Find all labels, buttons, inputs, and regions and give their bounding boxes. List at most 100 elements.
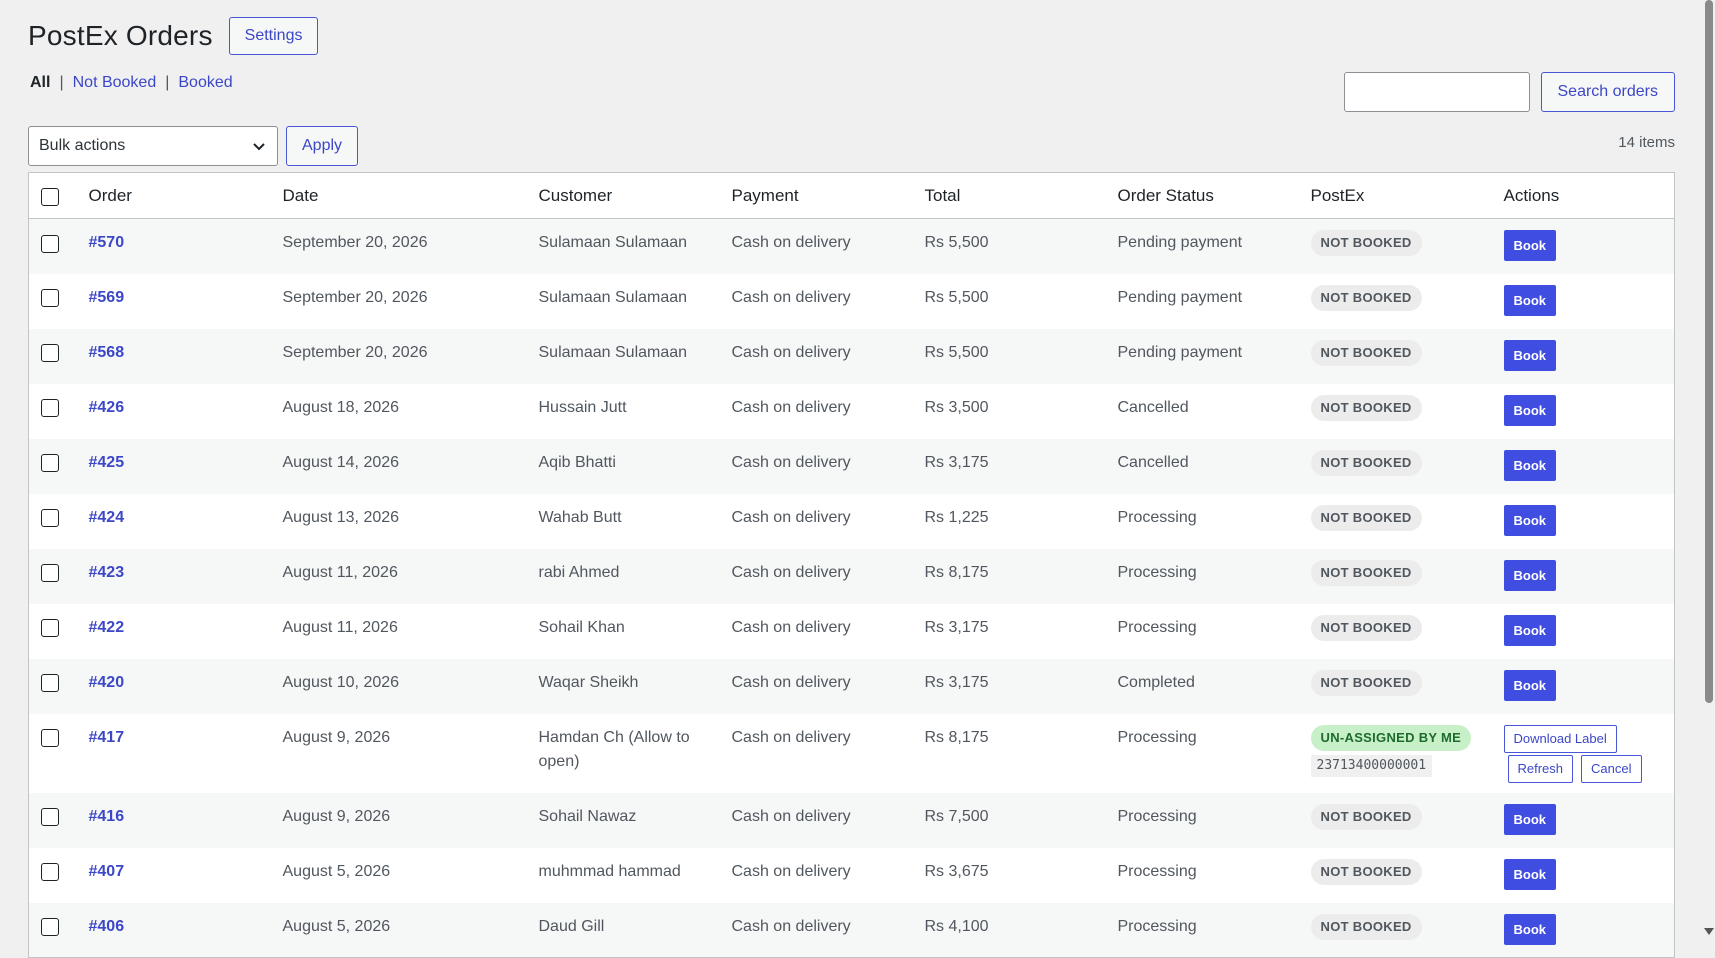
postex-status-badge: NOT BOOKED [1310, 913, 1422, 940]
postex-status-badge: NOT BOOKED [1310, 284, 1422, 311]
postex-status-badge: NOT BOOKED [1310, 339, 1422, 366]
book-button[interactable]: Book [1503, 669, 1556, 701]
row-checkbox[interactable] [41, 454, 59, 473]
book-button[interactable]: Book [1503, 504, 1556, 536]
order-link[interactable]: #416 [89, 808, 125, 825]
download-label-button[interactable]: Download Label [1503, 724, 1617, 753]
row-checkbox[interactable] [41, 399, 59, 418]
apply-button[interactable]: Apply [286, 126, 359, 166]
table-header-row: Order Date Customer Payment Total Order … [28, 172, 1675, 219]
filter-booked[interactable]: Booked [178, 74, 232, 92]
filter-all[interactable]: All [30, 74, 50, 92]
table-row: #569 September 20, 2026 Sulamaan Sulamaan C… [28, 273, 1675, 329]
row-checkbox-cell [29, 274, 79, 329]
book-button[interactable]: Book [1503, 614, 1556, 646]
row-checkbox-cell [29, 549, 79, 604]
total-cell: Rs 8,175 [924, 728, 989, 746]
postex-cell: UN-ASSIGNED BY ME 23713400000001 [1301, 714, 1494, 793]
order-link[interactable]: #569 [89, 289, 125, 306]
order-link[interactable]: #423 [89, 564, 125, 581]
settings-button[interactable]: Settings [228, 17, 319, 55]
page-scrollbar[interactable] [1703, 0, 1715, 937]
order-link[interactable]: #426 [89, 399, 125, 416]
row-checkbox[interactable] [41, 619, 59, 638]
actions-cell: Book [1494, 329, 1675, 384]
bulk-actions-select[interactable]: Bulk actions [28, 126, 278, 166]
order-link[interactable]: #422 [89, 619, 125, 636]
order-link[interactable]: #406 [89, 918, 125, 935]
payment-cell: Cash on delivery [731, 917, 851, 935]
date-cell: August 11, 2026 [282, 618, 398, 636]
row-checkbox-cell [29, 329, 79, 384]
order-link[interactable]: #407 [89, 863, 125, 880]
scroll-down-arrow-icon[interactable] [1704, 928, 1714, 935]
payment-cell: Cash on delivery [731, 234, 851, 251]
postex-cell: NOT BOOKED [1301, 793, 1494, 848]
row-checkbox[interactable] [41, 863, 59, 882]
payment-cell: Cash on delivery [731, 618, 851, 636]
column-header-date: Date [272, 172, 529, 219]
date-cell: August 18, 2026 [282, 398, 400, 416]
row-checkbox[interactable] [41, 234, 59, 253]
order-link[interactable]: #570 [89, 234, 125, 251]
book-button[interactable]: Book [1503, 803, 1556, 835]
book-button[interactable]: Book [1503, 230, 1556, 261]
table-row: #407 August 5, 2026 muhmmad hammad Cash on … [28, 847, 1675, 903]
book-button[interactable]: Book [1503, 449, 1556, 481]
refresh-button[interactable]: Refresh [1507, 754, 1574, 783]
order-link[interactable]: #425 [89, 454, 125, 471]
order-link[interactable]: #424 [89, 509, 125, 526]
order-status-cell: Cancelled [1117, 398, 1189, 416]
book-button[interactable]: Book [1503, 858, 1556, 890]
payment-cell: Cash on delivery [731, 807, 851, 825]
customer-cell: Aqib Bhatti [538, 453, 616, 471]
customer-cell: rabi Ahmed [538, 563, 620, 581]
book-button[interactable]: Book [1503, 559, 1556, 591]
row-checkbox-cell [29, 384, 79, 439]
scrollbar-thumb[interactable] [1705, 0, 1713, 703]
select-all-checkbox[interactable] [41, 187, 59, 206]
row-checkbox[interactable] [41, 674, 59, 693]
row-checkbox[interactable] [41, 918, 59, 937]
actions-cell: Book [1494, 604, 1675, 659]
order-link[interactable]: #417 [89, 729, 125, 746]
row-checkbox[interactable] [41, 509, 59, 528]
row-checkbox[interactable] [41, 344, 59, 363]
postex-status-badge: NOT BOOKED [1310, 614, 1422, 641]
customer-cell: Sulamaan Sulamaan [538, 288, 688, 306]
row-checkbox[interactable] [41, 564, 59, 583]
row-checkbox-cell [29, 903, 79, 958]
book-button[interactable]: Book [1503, 394, 1556, 426]
total-cell: Rs 3,175 [924, 673, 989, 691]
total-cell: Rs 3,675 [924, 862, 989, 880]
book-button[interactable]: Book [1503, 284, 1556, 316]
total-cell: Rs 3,175 [924, 618, 989, 636]
row-checkbox[interactable] [41, 808, 59, 827]
table-row: #416 August 9, 2026 Sohail Nawaz Cash on de… [28, 792, 1675, 848]
order-status-cell: Processing [1117, 563, 1197, 581]
postex-status-badge: NOT BOOKED [1310, 394, 1422, 421]
row-checkbox-cell [29, 714, 79, 793]
order-status-cell: Processing [1117, 618, 1197, 636]
table-row: #568 September 20, 2026 Sulamaan Sulamaan C… [28, 328, 1675, 384]
postex-status-badge: UN-ASSIGNED BY ME [1310, 724, 1472, 751]
search-input[interactable] [1343, 72, 1530, 112]
date-cell: August 5, 2026 [282, 862, 391, 880]
cancel-button[interactable]: Cancel [1581, 754, 1642, 783]
date-cell: August 5, 2026 [282, 917, 391, 935]
order-link[interactable]: #420 [89, 674, 125, 691]
book-button[interactable]: Book [1503, 913, 1556, 945]
book-button[interactable]: Book [1503, 339, 1556, 371]
order-cell: #407 [79, 848, 273, 903]
postex-status-badge: NOT BOOKED [1310, 858, 1422, 885]
customer-cell: Waqar Sheikh [538, 673, 639, 691]
row-checkbox[interactable] [41, 729, 59, 748]
payment-cell: Cash on delivery [731, 862, 851, 880]
page-title: PostEx Orders [28, 20, 213, 51]
filter-not-booked[interactable]: Not Booked [73, 74, 157, 92]
order-link[interactable]: #568 [89, 344, 125, 361]
order-status-cell: Pending payment [1117, 234, 1243, 251]
row-checkbox[interactable] [41, 289, 59, 308]
order-cell: #425 [79, 439, 273, 494]
search-orders-button[interactable]: Search orders [1540, 72, 1675, 112]
